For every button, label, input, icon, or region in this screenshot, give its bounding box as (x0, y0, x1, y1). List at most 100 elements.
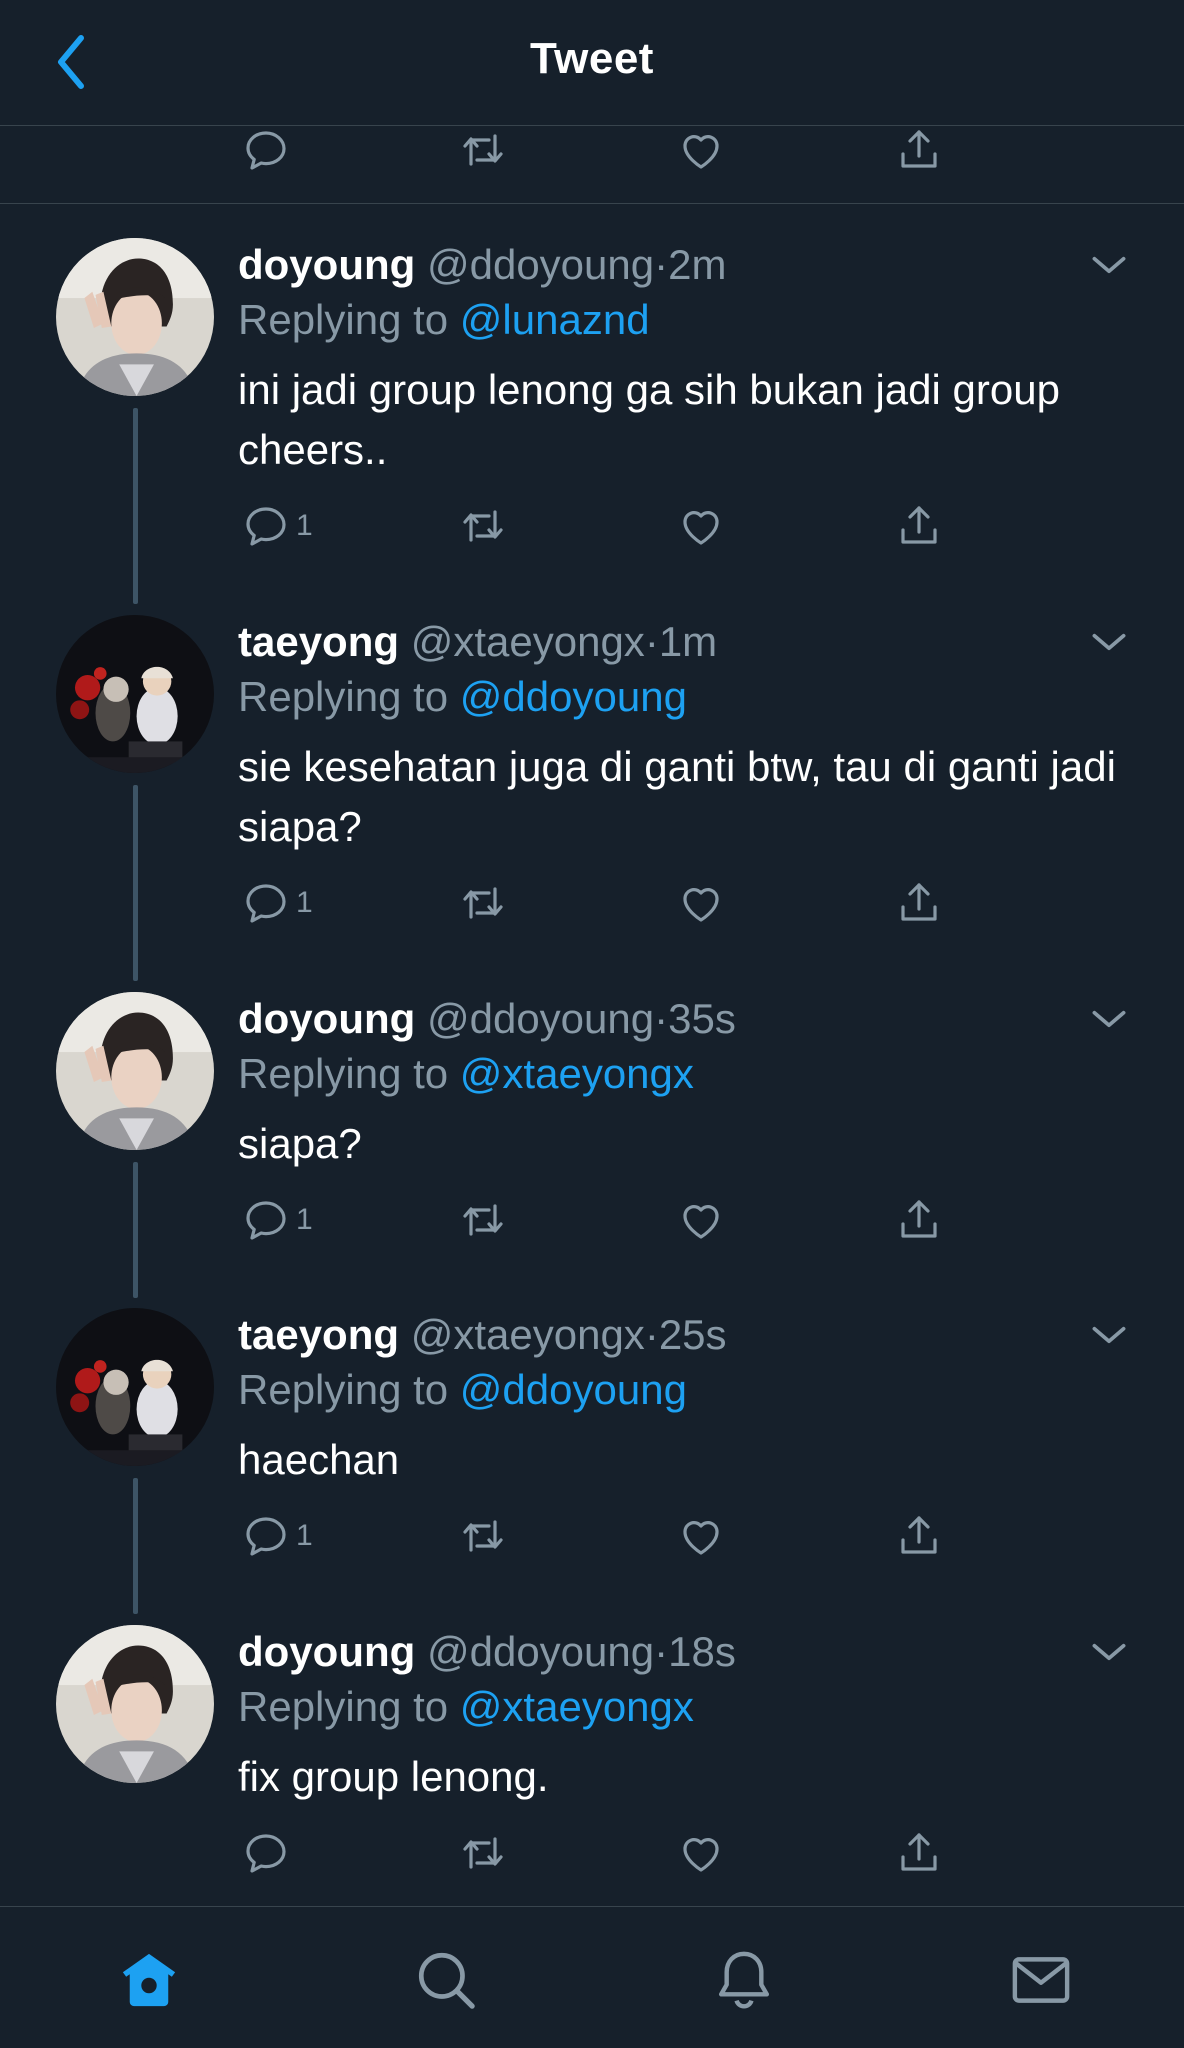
share-button[interactable] (895, 1512, 943, 1560)
reply-count: 1 (296, 509, 313, 542)
display-name[interactable]: doyoung (238, 1628, 415, 1675)
timestamp[interactable]: 2m (668, 241, 726, 288)
retweet-button[interactable] (459, 1196, 507, 1244)
timestamp[interactable]: 35s (668, 995, 736, 1042)
display-name[interactable]: doyoung (238, 241, 415, 288)
separator-dot: · (644, 1311, 659, 1358)
chevron-down-icon[interactable] (1084, 1310, 1134, 1360)
display-name[interactable]: taeyong (238, 1311, 399, 1358)
chevron-down-icon[interactable] (1084, 240, 1134, 290)
replying-label: Replying to (238, 1683, 449, 1730)
share-icon (895, 1829, 943, 1877)
replying-to: Replying to @lunaznd (238, 292, 1138, 348)
retweet-icon (459, 1512, 507, 1560)
reply-button[interactable]: 1 (242, 502, 313, 550)
user-handle[interactable]: @xtaeyongx (411, 618, 645, 665)
tab-search[interactable] (413, 1947, 479, 2013)
chevron-down-icon[interactable] (1084, 617, 1134, 667)
avatar[interactable] (56, 238, 214, 396)
retweet-button[interactable] (459, 879, 507, 927)
tweet-text: haechan (238, 1436, 400, 1483)
reply-count: 1 (296, 1519, 313, 1552)
thread-line (133, 408, 138, 604)
avatar[interactable] (56, 992, 214, 1150)
retweet-icon (459, 126, 507, 174)
share-button[interactable] (895, 1829, 943, 1877)
share-icon (895, 502, 943, 550)
retweet-icon (459, 1196, 507, 1244)
like-button[interactable] (677, 1829, 725, 1877)
display-name[interactable]: doyoung (238, 995, 415, 1042)
retweet-button[interactable] (459, 126, 507, 174)
tab-home[interactable] (116, 1947, 182, 2013)
share-button[interactable] (895, 1196, 943, 1244)
replying-to: Replying to @xtaeyongx (238, 1679, 1138, 1735)
mail-icon (1012, 1957, 1070, 2003)
reply-button[interactable] (242, 126, 290, 174)
user-handle[interactable]: @ddoyoung (427, 241, 654, 288)
like-button[interactable] (677, 502, 725, 550)
tab-notifications[interactable] (711, 1947, 777, 2013)
retweet-button[interactable] (459, 1512, 507, 1560)
bottom-tab-bar (0, 1906, 1184, 2048)
bell-icon (718, 1951, 770, 2009)
page-title: Tweet (530, 34, 654, 83)
timestamp[interactable]: 25s (659, 1311, 727, 1358)
replying-to: Replying to @ddoyoung (238, 669, 1138, 725)
chevron-down-icon[interactable] (1084, 994, 1134, 1044)
mention-link[interactable]: @lunaznd (460, 296, 650, 343)
retweet-button[interactable] (459, 1829, 507, 1877)
thread-line (133, 1162, 138, 1298)
reply-button[interactable]: 1 (242, 1512, 313, 1560)
retweet-button[interactable] (459, 502, 507, 550)
mention-link[interactable]: @ddoyoung (460, 1366, 687, 1413)
user-handle[interactable]: @xtaeyongx (411, 1311, 645, 1358)
replying-label: Replying to (238, 1366, 449, 1413)
home-icon (122, 1953, 176, 2007)
heart-icon (677, 1512, 725, 1560)
like-button[interactable] (677, 126, 725, 174)
like-button[interactable] (677, 1512, 725, 1560)
share-button[interactable] (895, 502, 943, 550)
mention-link[interactable]: @xtaeyongx (460, 1683, 694, 1730)
replying-label: Replying to (238, 673, 449, 720)
retweet-icon (459, 879, 507, 927)
retweet-icon (459, 502, 507, 550)
thread-line (133, 785, 138, 981)
chevron-down-icon[interactable] (1084, 1627, 1134, 1677)
reply-button[interactable]: 1 (242, 879, 313, 927)
mention-link[interactable]: @ddoyoung (460, 673, 687, 720)
replying-label: Replying to (238, 296, 449, 343)
avatar[interactable] (56, 1308, 214, 1466)
user-handle[interactable]: @ddoyoung (427, 1628, 654, 1675)
share-icon (895, 1196, 943, 1244)
heart-icon (677, 502, 725, 550)
speech-bubble-icon (242, 1196, 290, 1244)
user-handle[interactable]: @ddoyoung (427, 995, 654, 1042)
speech-bubble-icon (242, 879, 290, 927)
speech-bubble-icon (242, 502, 290, 550)
search-icon (418, 1952, 475, 2009)
display-name[interactable]: taeyong (238, 618, 399, 665)
heart-icon (677, 879, 725, 927)
like-button[interactable] (677, 879, 725, 927)
share-button[interactable] (895, 879, 943, 927)
avatar[interactable] (56, 615, 214, 773)
heart-icon (677, 1829, 725, 1877)
share-button[interactable] (895, 126, 943, 174)
tweet-text: sie kesehatan juga di ganti btw, tau di … (238, 743, 1116, 850)
avatar[interactable] (56, 1625, 214, 1783)
mention-link[interactable]: @xtaeyongx (460, 1050, 694, 1097)
share-icon (895, 1512, 943, 1560)
timestamp[interactable]: 1m (659, 618, 717, 665)
share-icon (895, 126, 943, 174)
tweet-text: ini jadi group lenong ga sih bukan jadi … (238, 366, 1060, 473)
separator-dot: · (654, 1628, 669, 1675)
heart-icon (677, 1196, 725, 1244)
reply-button[interactable]: 1 (242, 1196, 313, 1244)
timestamp[interactable]: 18s (668, 1628, 736, 1675)
like-button[interactable] (677, 1196, 725, 1244)
reply-button[interactable] (242, 1829, 296, 1877)
tab-messages[interactable] (1008, 1947, 1074, 2013)
retweet-icon (459, 1829, 507, 1877)
